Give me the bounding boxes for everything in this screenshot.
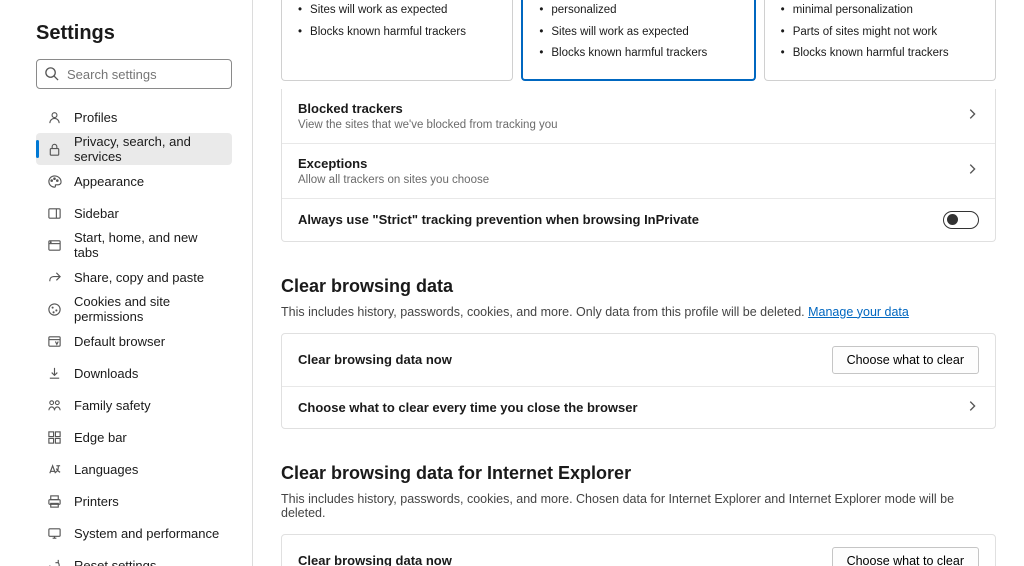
sidebar-item-label: Cookies and site permissions [74,294,222,324]
tracking-bullet: Blocks known harmful trackers [535,43,741,65]
sidebar-item-label: System and performance [74,526,219,541]
nav-list: Profiles Privacy, search, and services App… [36,101,232,566]
sidebar-item-label: Appearance [74,174,144,189]
tracking-bullet: Parts of sites might not work [777,22,983,44]
clear-ie-now-row: Clear browsing data now Choose what to c… [282,535,995,566]
page-title: Settings [36,22,232,45]
sidebar-item-reset-settings[interactable]: Reset settings [36,549,232,566]
default-browser-icon [46,333,62,349]
blocked-trackers-row[interactable]: Blocked trackers View the sites that we'… [282,89,995,143]
languages-icon [46,461,62,477]
system-icon [46,525,62,541]
exceptions-title: Exceptions [298,156,965,171]
sidebar-item-label: Printers [74,494,119,509]
main-content: Sites will work as expectedBlocks known … [253,0,1024,566]
tracking-cards: Sites will work as expectedBlocks known … [281,0,996,81]
search-icon [44,66,59,81]
chevron-right-icon [965,107,979,124]
sidebar-item-start-home-and-new-tabs[interactable]: Start, home, and new tabs [36,229,232,261]
tracking-bullet: Sites will work as expected [535,22,741,44]
download-icon [46,365,62,381]
sidebar-item-sidebar[interactable]: Sidebar [36,197,232,229]
clear-now-title: Clear browsing data now [298,352,832,367]
sidebar-item-label: Edge bar [74,430,127,445]
sidebar-item-label: Share, copy and paste [74,270,204,285]
settings-sidebar: Settings Profiles Privacy, search, and se… [0,0,252,566]
clear-ie-desc: This includes history, passwords, cookie… [281,492,996,520]
exceptions-sub: Allow all trackers on sites you choose [298,174,965,186]
sidebar-item-printers[interactable]: Printers [36,485,232,517]
sidebar-item-label: Start, home, and new tabs [74,230,222,260]
reset-icon [46,557,62,566]
blocked-trackers-title: Blocked trackers [298,101,965,116]
strict-inprivate-toggle[interactable] [943,211,979,229]
tracking-bullet: Blocks known harmful trackers [777,43,983,65]
strict-inprivate-title: Always use "Strict" tracking prevention … [298,212,943,227]
tracking-bullet: minimal personalization [777,0,983,22]
clear-data-desc: This includes history, passwords, cookie… [281,305,996,319]
sidebar-icon [46,205,62,221]
sidebar-item-edge-bar[interactable]: Edge bar [36,421,232,453]
strict-inprivate-row: Always use "Strict" tracking prevention … [282,198,995,241]
sidebar-item-share-copy-and-paste[interactable]: Share, copy and paste [36,261,232,293]
profile-icon [46,109,62,125]
clear-ie-now-title: Clear browsing data now [298,553,832,566]
sidebar-item-downloads[interactable]: Downloads [36,357,232,389]
share-icon [46,269,62,285]
sidebar-item-label: Downloads [74,366,138,381]
appearance-icon [46,173,62,189]
tracking-bullet: Sites will work as expected [294,0,500,22]
search-wrap [36,59,232,89]
tracking-bullet: personalized [535,0,741,22]
lock-icon [46,141,62,157]
sidebar-item-label: Privacy, search, and services [74,134,222,164]
tracking-bullet: Blocks known harmful trackers [294,22,500,44]
printer-icon [46,493,62,509]
sidebar-item-label: Profiles [74,110,117,125]
sidebar-item-family-safety[interactable]: Family safety [36,389,232,421]
clear-data-heading: Clear browsing data [281,276,996,297]
chevron-right-icon [965,399,979,416]
start-icon [46,237,62,253]
sidebar-item-default-browser[interactable]: Default browser [36,325,232,357]
sidebar-item-label: Languages [74,462,138,477]
clear-on-close-title: Choose what to clear every time you clos… [298,400,965,415]
sidebar-item-label: Reset settings [74,558,156,566]
edgebar-icon [46,429,62,445]
sidebar-item-label: Family safety [74,398,151,413]
sidebar-item-privacy-search-and-services[interactable]: Privacy, search, and services [36,133,232,165]
chevron-right-icon [965,162,979,179]
sidebar-item-system-and-performance[interactable]: System and performance [36,517,232,549]
choose-what-to-clear-ie-button[interactable]: Choose what to clear [832,547,979,566]
clear-on-close-row[interactable]: Choose what to clear every time you clos… [282,386,995,428]
cookies-icon [46,301,62,317]
tracking-card-basic[interactable]: Sites will work as expectedBlocks known … [281,0,513,81]
sidebar-item-label: Sidebar [74,206,119,221]
tracking-card-balanced[interactable]: personalizedSites will work as expectedB… [521,0,755,81]
choose-what-to-clear-button[interactable]: Choose what to clear [832,346,979,374]
exceptions-row[interactable]: Exceptions Allow all trackers on sites y… [282,143,995,198]
blocked-trackers-sub: View the sites that we've blocked from t… [298,119,965,131]
sidebar-item-appearance[interactable]: Appearance [36,165,232,197]
sidebar-item-languages[interactable]: Languages [36,453,232,485]
sidebar-item-profiles[interactable]: Profiles [36,101,232,133]
clear-ie-heading: Clear browsing data for Internet Explore… [281,463,996,484]
family-icon [46,397,62,413]
clear-now-row: Clear browsing data now Choose what to c… [282,334,995,386]
sidebar-item-cookies-and-site-permissions[interactable]: Cookies and site permissions [36,293,232,325]
manage-your-data-link[interactable]: Manage your data [808,305,909,319]
sidebar-item-label: Default browser [74,334,165,349]
search-input[interactable] [36,59,232,89]
tracking-card-strict[interactable]: minimal personalizationParts of sites mi… [764,0,996,81]
